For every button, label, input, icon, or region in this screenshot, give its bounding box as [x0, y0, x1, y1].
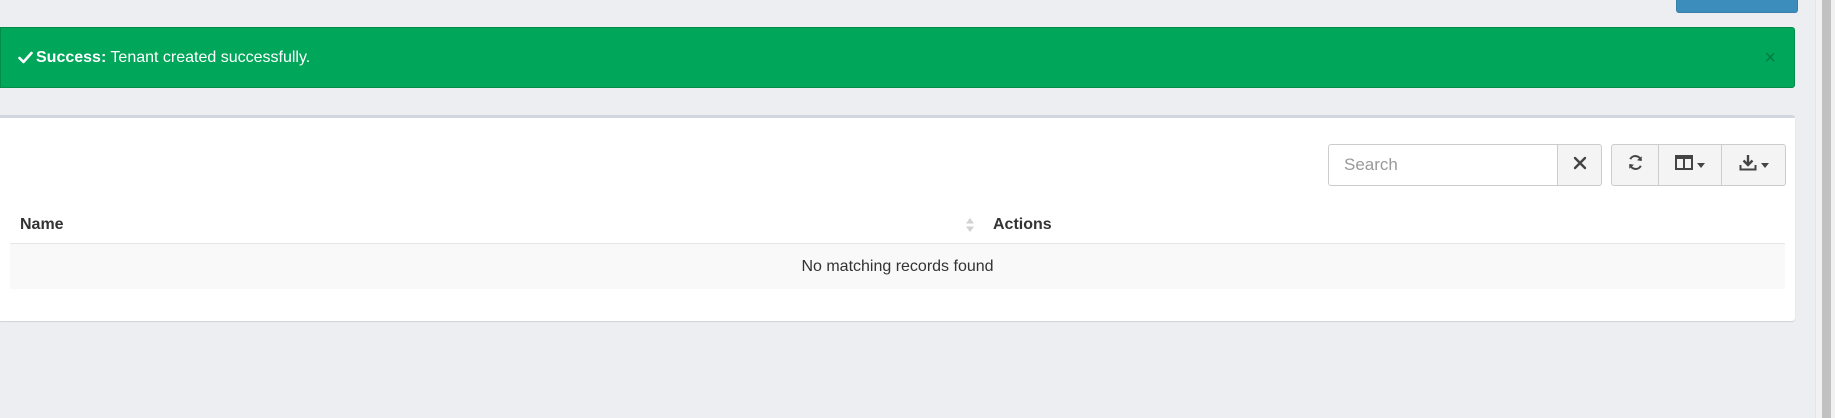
alert-message: Tenant created successfully.: [110, 49, 311, 66]
export-button[interactable]: [1721, 144, 1786, 186]
page-scrollbar[interactable]: [1815, 0, 1835, 418]
search-input[interactable]: [1328, 144, 1558, 186]
clear-search-button[interactable]: [1557, 144, 1602, 186]
column-header-actions: Actions: [993, 216, 1052, 233]
alert-title: Success:: [36, 49, 107, 66]
close-icon: [1573, 156, 1587, 175]
scrollbar-thumb[interactable]: [1822, 0, 1831, 418]
alert-message-line: Success: Tenant created successfully.: [18, 49, 310, 69]
empty-message: No matching records found: [801, 258, 994, 275]
table-row-empty: No matching records found: [10, 243, 1785, 289]
success-alert: Success: Tenant created successfully. ×: [0, 27, 1795, 88]
table-header: Name Actions: [10, 205, 1785, 244]
sort-icon[interactable]: [965, 216, 975, 239]
top-action-button[interactable]: [1676, 0, 1798, 13]
tenant-table-box: Name Actions No matching records found: [0, 115, 1795, 321]
alert-close-button[interactable]: ×: [1764, 48, 1776, 68]
columns-icon: [1675, 155, 1693, 175]
columns-toggle-button[interactable]: [1658, 144, 1722, 186]
column-header-name[interactable]: Name: [20, 205, 64, 244]
refresh-icon: [1627, 154, 1644, 176]
chevron-down-icon: [1697, 162, 1705, 168]
check-icon: [18, 51, 33, 69]
chevron-down-icon: [1760, 162, 1769, 168]
refresh-button[interactable]: [1611, 144, 1659, 186]
download-icon: [1739, 154, 1757, 176]
